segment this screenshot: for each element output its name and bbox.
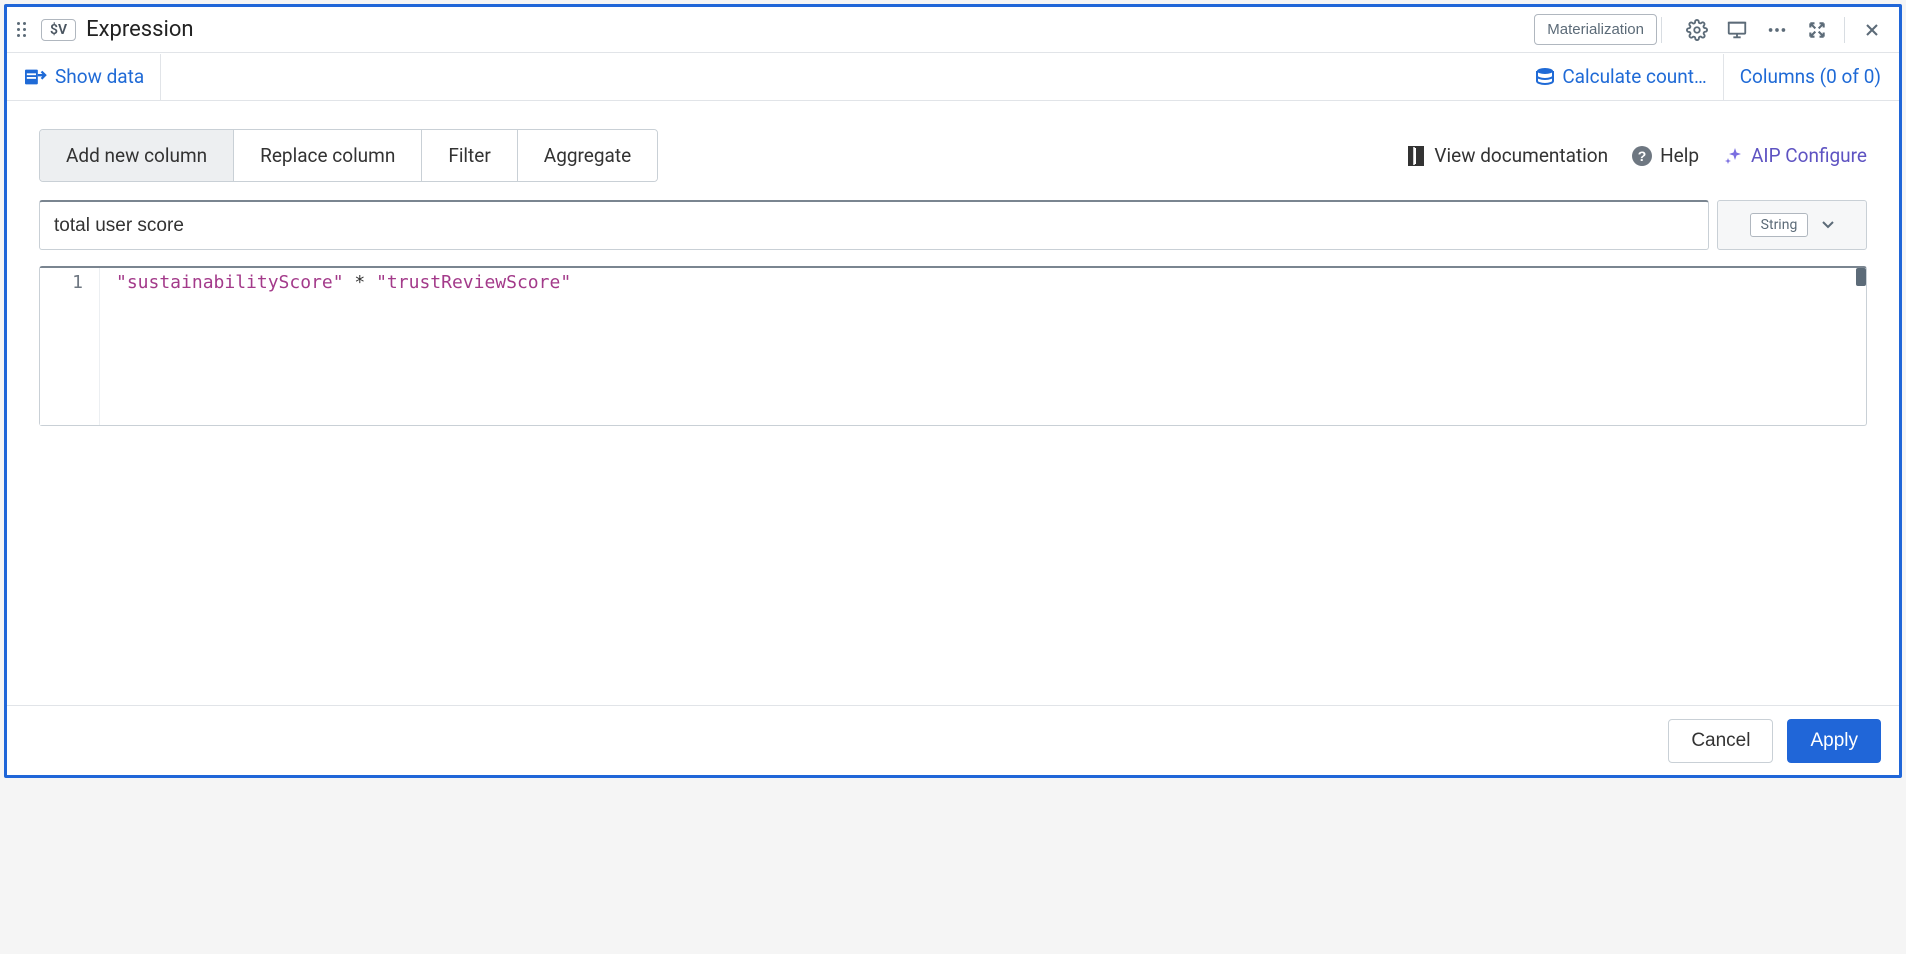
calculate-count-button[interactable]: Calculate count… [1528, 59, 1714, 94]
show-data-label: Show data [55, 65, 144, 88]
apply-button[interactable]: Apply [1787, 719, 1881, 763]
show-data-button[interactable]: Show data [17, 59, 152, 94]
window-header: $V Expression Materialization [7, 7, 1899, 53]
footer: Cancel Apply [7, 705, 1899, 775]
scrollbar-thumb[interactable] [1856, 268, 1866, 286]
show-data-icon [25, 67, 47, 87]
separator [1661, 17, 1662, 43]
column-name-input[interactable] [39, 200, 1709, 250]
column-type-select[interactable]: String [1717, 200, 1867, 250]
database-icon [1536, 67, 1554, 87]
expression-editor[interactable]: 1 "sustainabilityScore" * "trustReviewSc… [39, 266, 1867, 426]
sv-badge: $V [41, 19, 76, 41]
close-icon[interactable] [1855, 13, 1889, 47]
book-icon [1406, 145, 1426, 167]
tab-filter[interactable]: Filter [422, 130, 517, 181]
main-content: Add new column Replace column Filter Agg… [7, 101, 1899, 705]
aip-configure-button[interactable]: AIP Configure [1723, 144, 1867, 167]
column-name-row: String [39, 200, 1867, 250]
columns-button[interactable]: Columns (0 of 0) [1732, 59, 1889, 94]
more-icon[interactable] [1760, 13, 1794, 47]
tab-replace-column[interactable]: Replace column [234, 130, 422, 181]
tabs-row: Add new column Replace column Filter Agg… [39, 129, 1867, 182]
sparkle-icon [1723, 146, 1743, 166]
separator [1844, 17, 1845, 43]
window-title: Expression [86, 17, 193, 42]
presentation-icon[interactable] [1720, 13, 1754, 47]
gear-icon[interactable] [1680, 13, 1714, 47]
expand-icon[interactable] [1800, 13, 1834, 47]
editor-gutter: 1 [40, 268, 100, 425]
materialization-button[interactable]: Materialization [1534, 14, 1657, 45]
expression-tabs: Add new column Replace column Filter Agg… [39, 129, 658, 182]
cancel-button[interactable]: Cancel [1668, 719, 1773, 763]
columns-label: Columns (0 of 0) [1740, 65, 1881, 88]
header-icon-group [1680, 13, 1889, 47]
code-token-string: "sustainabilityScore" [116, 272, 344, 293]
tab-add-new-column[interactable]: Add new column [40, 130, 234, 181]
doc-actions: View documentation ? Help AIP Configure [1406, 144, 1867, 167]
expression-window: $V Expression Materialization [4, 4, 1902, 778]
separator [1723, 54, 1724, 100]
separator [160, 54, 161, 100]
view-documentation-button[interactable]: View documentation [1406, 144, 1608, 167]
help-button[interactable]: ? Help [1632, 144, 1699, 167]
aip-configure-label: AIP Configure [1751, 144, 1867, 167]
code-token-operator: * [344, 272, 377, 293]
type-chip: String [1750, 213, 1809, 237]
svg-text:?: ? [1638, 148, 1647, 164]
help-label: Help [1660, 144, 1699, 167]
chevron-down-icon [1822, 221, 1834, 229]
toolbar: Show data Calculate count… Columns (0 of… [7, 53, 1899, 101]
line-number: 1 [40, 272, 83, 293]
help-icon: ? [1632, 146, 1652, 166]
editor-code-area[interactable]: "sustainabilityScore" * "trustReviewScor… [100, 268, 1866, 425]
calculate-count-label: Calculate count… [1562, 65, 1706, 88]
drag-handle-icon[interactable] [17, 18, 33, 42]
code-token-string: "trustReviewScore" [376, 272, 571, 293]
view-documentation-label: View documentation [1434, 144, 1608, 167]
tab-aggregate[interactable]: Aggregate [518, 130, 657, 181]
